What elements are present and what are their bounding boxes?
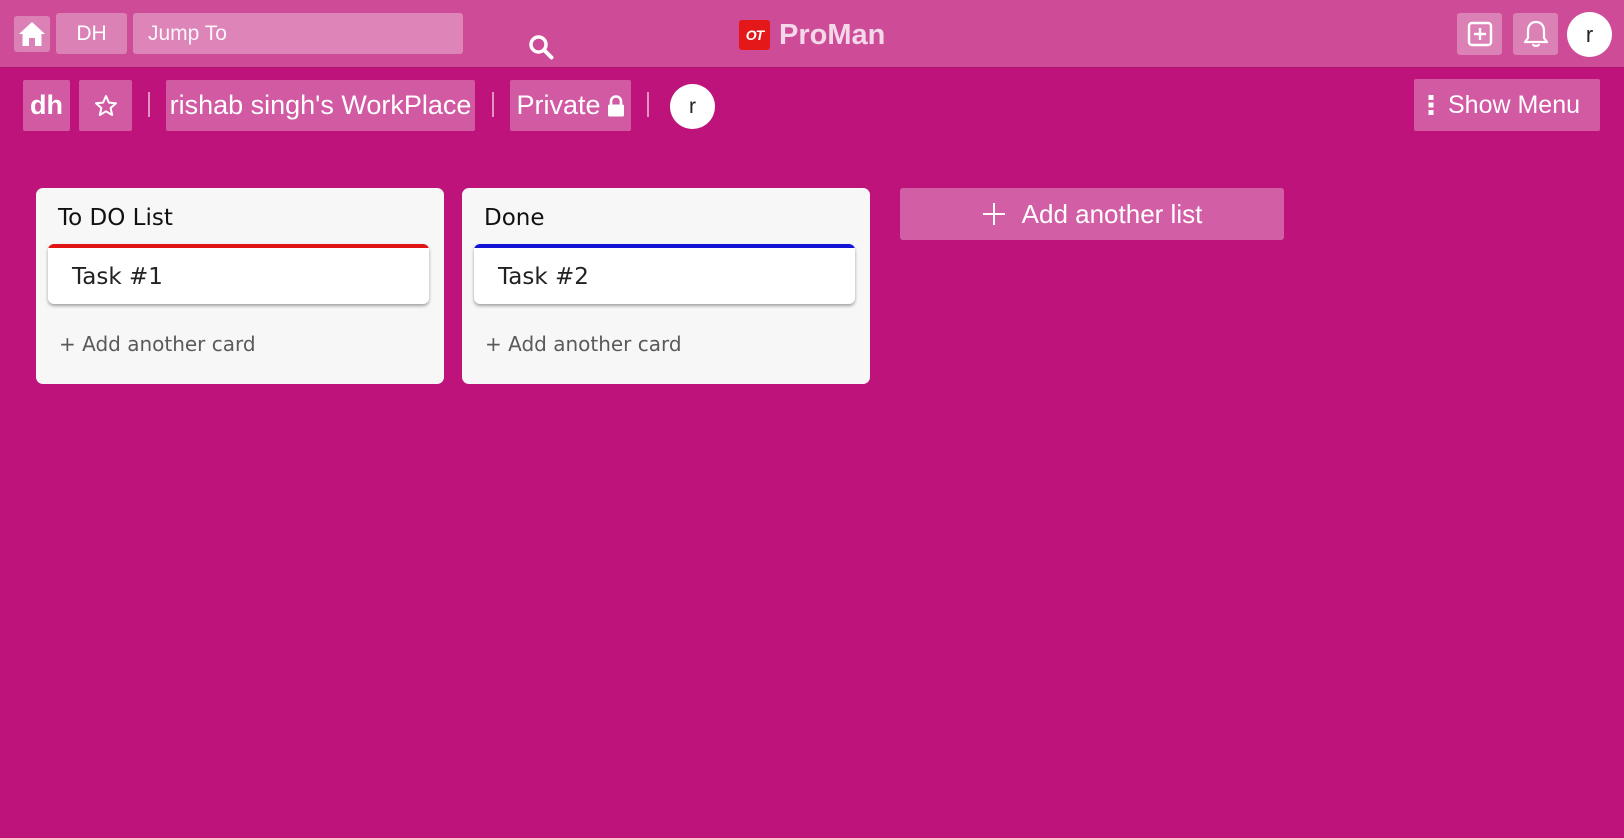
star-icon <box>94 94 117 116</box>
workspace-name: rishab singh's WorkPlace <box>169 90 472 120</box>
card[interactable]: Task #2 <box>474 244 855 304</box>
plus-icon <box>982 202 1006 226</box>
header-divider <box>647 92 649 117</box>
home-button[interactable] <box>14 16 50 52</box>
brand-logo: OT <box>739 20 770 50</box>
show-menu-button[interactable]: Show Menu <box>1414 79 1600 131</box>
add-list-label: Add another list <box>1021 198 1203 229</box>
header-divider <box>492 92 494 117</box>
add-card-button[interactable]: + Add another card <box>485 332 682 356</box>
board-member-avatar[interactable]: r <box>670 84 715 129</box>
search-input[interactable] <box>133 13 403 54</box>
board-name: dh <box>30 90 63 120</box>
star-board-button[interactable] <box>79 80 132 131</box>
list-title[interactable]: Done <box>484 205 545 231</box>
home-icon <box>19 22 45 46</box>
brand-name: ProMan <box>779 18 886 51</box>
card-color-label <box>474 244 855 248</box>
card-title: Task #1 <box>72 264 163 290</box>
visibility-label: Private <box>516 90 601 120</box>
add-square-icon <box>1467 21 1492 47</box>
lock-icon <box>607 94 625 117</box>
card[interactable]: Task #1 <box>48 244 429 304</box>
board-name-button[interactable]: dh <box>23 80 70 131</box>
list-to-do: To DO List Task #1 + Add another card <box>36 188 444 384</box>
add-card-button[interactable]: + Add another card <box>59 332 256 356</box>
workspace-button[interactable]: rishab singh's WorkPlace <box>166 80 475 131</box>
list-done: Done Task #2 + Add another card <box>462 188 870 384</box>
user-avatar-initial: r <box>1585 21 1594 47</box>
brand[interactable]: OT ProMan <box>739 17 885 53</box>
vertical-dots-icon <box>1428 94 1434 116</box>
search-box[interactable] <box>133 13 554 60</box>
header-divider <box>148 92 150 117</box>
list-title[interactable]: To DO List <box>58 205 173 231</box>
card-title: Task #2 <box>498 264 589 290</box>
notifications-button[interactable] <box>1513 13 1558 55</box>
user-avatar[interactable]: r <box>1567 12 1612 57</box>
search-icon[interactable] <box>528 34 554 60</box>
add-list-button[interactable]: Add another list <box>900 188 1284 240</box>
card-color-label <box>48 244 429 248</box>
show-menu-label: Show Menu <box>1448 90 1581 119</box>
bell-icon <box>1523 20 1548 47</box>
boards-button-label: DH <box>76 21 107 45</box>
brand-logo-text: OT <box>745 27 764 43</box>
boards-button[interactable]: DH <box>56 13 127 54</box>
create-button[interactable] <box>1457 13 1502 55</box>
board-member-initial: r <box>689 94 696 118</box>
visibility-button[interactable]: Private <box>510 80 631 131</box>
top-navigation-bar: DH OT ProMan r <box>0 0 1624 68</box>
